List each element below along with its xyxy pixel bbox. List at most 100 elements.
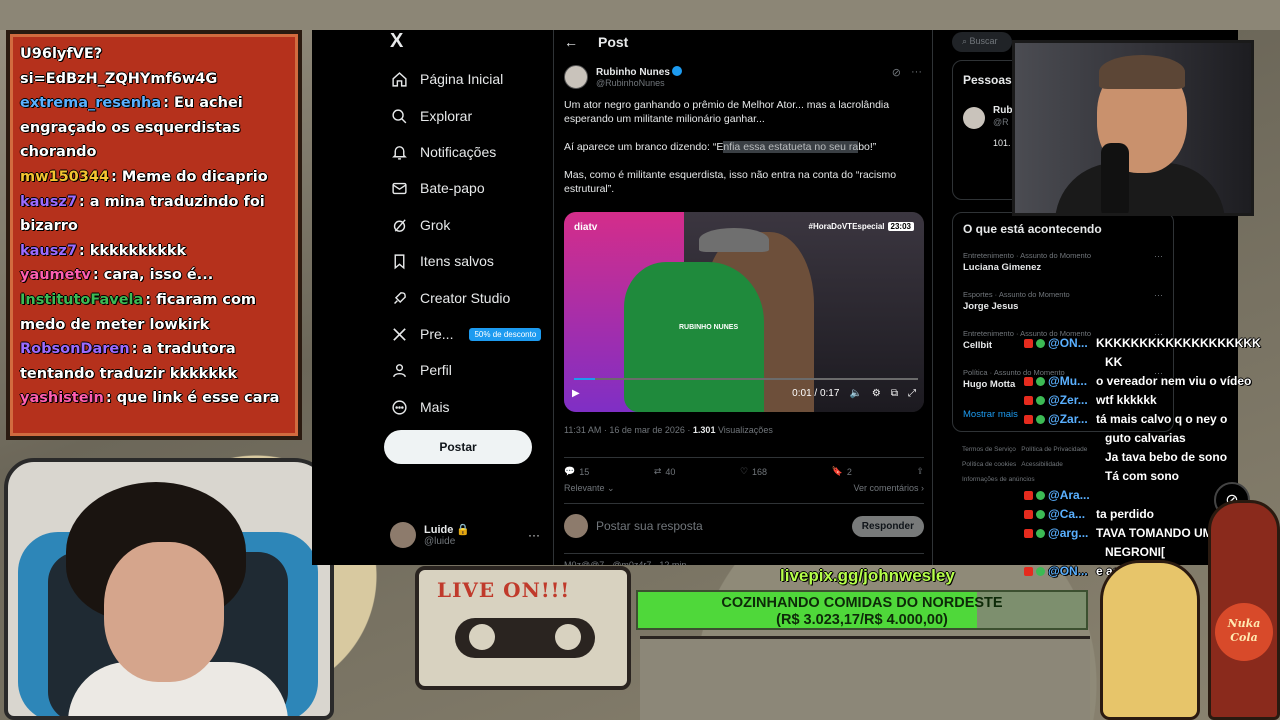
settings-icon[interactable]: ⚙ [872,388,881,399]
nav-creator-studio-label: Creator Studio [420,290,511,306]
author-avatar[interactable] [564,65,588,89]
trend-item[interactable]: Esportes · Assunto do Momento Jorge Jesus… [963,290,1163,312]
chat-username[interactable]: yaumetv [20,267,91,283]
repost-action[interactable]: ⇄ 40 [654,466,676,477]
chat-text: Tá com sono [1105,469,1180,483]
more-dots-icon[interactable]: ··· [911,66,922,79]
chat-username[interactable]: @Ara... [1048,488,1096,502]
post-author[interactable]: Rubinho Nunes @RubinhoNunes [564,65,682,89]
more-dots-icon[interactable]: ··· [1154,290,1163,300]
lock-icon: 🔒 [456,524,471,536]
nav-notifications[interactable]: Notificações [390,137,496,167]
author-name[interactable]: Rubinho Nunes [596,67,670,78]
video-player[interactable]: diatv #HoraDoVTEspecial 23:03 RUBINHO NUN… [564,212,924,412]
share-icon[interactable]: ⇪ [916,466,924,477]
bookmark-action[interactable]: 🔖 2 [832,466,852,477]
chat-username[interactable]: kausz7 [20,243,77,259]
reply-action[interactable]: 💬 15 [564,466,589,477]
fullscreen-icon[interactable]: ⤢ [908,388,916,399]
chat-username[interactable]: kausz7 [20,194,77,210]
chat-username[interactable]: InstitutoFavela [20,292,143,308]
video-controls: ▶ 0:01 / 0:17 🔈 ⚙ ⧉ ⤢ [572,388,916,399]
nav-creator-studio[interactable]: Creator Studio [390,283,510,313]
chat-message: InstitutoFavela: ficaram com medo de met… [20,288,288,337]
chat-username[interactable]: mw150344 [20,169,109,185]
chat-username[interactable]: @Mu... [1048,374,1096,388]
views-count: 1.301 [692,425,716,435]
more-dots-icon[interactable]: ··· [528,528,540,542]
cassette-reel [469,624,495,650]
trend-item[interactable]: Entretenimento · Assunto do Momento Lucia… [963,251,1163,273]
grok-icon[interactable]: ⊘ [892,66,901,79]
sort-dropdown[interactable]: Relevante ⌄ [564,483,615,494]
tweet-paragraph-1: Um ator negro ganhando o prêmio de Melho… [564,99,890,125]
video-tag: #HoraDoVTEspecial 23:03 [809,222,914,231]
popout-icon[interactable]: ⧉ [891,388,898,399]
chat-message: si=EdBzH_ZQHYmf6w4G [20,67,288,92]
volume-icon[interactable]: 🔈 [849,388,861,399]
chat-username[interactable]: @Ca... [1048,507,1096,521]
nav-bookmarks[interactable]: Itens salvos [390,246,494,276]
nav-profile[interactable]: Perfil [390,355,452,385]
chat-message: @Ca... ta perdido [1024,507,1154,521]
goal-title: COZINHANDO COMIDAS DO NORDESTE [721,595,1003,611]
account-switcher[interactable]: Luide 🔒 @luide ··· [390,522,540,548]
tweet-text: Um ator negro ganhando o prêmio de Melho… [564,98,924,210]
chat-message: NEGRONI[ [1105,545,1165,559]
chat-text: si=EdBzH_ZQHYmf6w4G [20,70,218,87]
chat-username[interactable]: @ON... [1048,564,1096,578]
author-handle[interactable]: @RubinhoNunes [596,78,682,88]
nav-chat[interactable]: Bate-papo [390,173,485,203]
next-reply-preview[interactable]: M0z@@7 · @m0z4r7 · 12 min [564,553,924,565]
vault-boy-mascot [1100,560,1200,720]
tweet-text-part: bo!” [858,141,877,153]
more-dots-icon[interactable]: ··· [1154,251,1163,261]
chat-text: : cara, isso é... [92,267,214,284]
nav-grok[interactable]: Grok [390,210,450,240]
chat-username[interactable]: @ON... [1048,336,1096,350]
people-handle[interactable]: @R [993,117,1009,127]
show-more-link[interactable]: Mostrar mais [963,409,1018,420]
youtube-badge-icon [1024,491,1033,500]
chat-username[interactable]: @Zer... [1048,393,1096,407]
nav-premium[interactable]: Pre... 50% de desconto [390,319,542,349]
trend-category: Esportes · Assunto do Momento [963,290,1070,299]
people-avatar[interactable] [963,107,985,129]
nav-profile-label: Perfil [420,362,452,378]
nav-explore[interactable]: Explorar [390,101,472,131]
reply-input[interactable]: Postar sua resposta [596,519,844,533]
nav-explore-label: Explorar [420,108,473,124]
trend-name: Luciana Gimenez [963,262,1042,273]
nav-grok-label: Grok [420,217,451,233]
chat-username[interactable]: @Zar... [1048,412,1096,426]
people-name[interactable]: Rub [993,105,1012,116]
back-arrow-icon[interactable]: ← [564,34,578,50]
nav-more[interactable]: Mais [390,392,450,422]
see-comments-link[interactable]: Ver comentários › [853,483,924,494]
like-action[interactable]: ♡ 168 [740,466,767,477]
play-icon[interactable]: ▶ [572,388,580,399]
chat-message: @Zar... tá mais calvo q o ney o [1024,412,1227,426]
reply-button[interactable]: Responder [851,515,924,537]
video-progress-bar[interactable] [574,378,918,380]
post-button[interactable]: Postar [384,430,532,464]
footer-link[interactable]: Termos de Serviço [962,446,1016,453]
user-avatar [564,514,588,538]
nav-chat-label: Bate-papo [420,180,485,196]
x-logo[interactable]: X [390,30,403,53]
webcam-left [4,458,334,720]
more-circle-icon [390,398,408,416]
chat-username[interactable]: RobsonDaren [20,341,130,357]
like-count: 168 [752,466,768,477]
chat-username[interactable]: yashistein [20,390,104,406]
chat-username[interactable]: extrema_resenha [20,95,161,111]
post-column: ← Post Rubinho Nunes @RubinhoNunes ⊘ ···… [553,30,933,565]
chat-username[interactable]: @arg... [1048,526,1096,540]
nav-home[interactable]: Página Inicial [390,64,503,94]
footer-link[interactable]: Política de cookies [962,461,1016,468]
chat-text: KK [1105,355,1123,369]
search-input[interactable]: ⌕ Buscar [952,32,1012,52]
member-badge-icon [1036,510,1045,519]
heart-icon: ♡ [739,466,749,476]
post-actions: ⊘ ··· [892,66,922,79]
